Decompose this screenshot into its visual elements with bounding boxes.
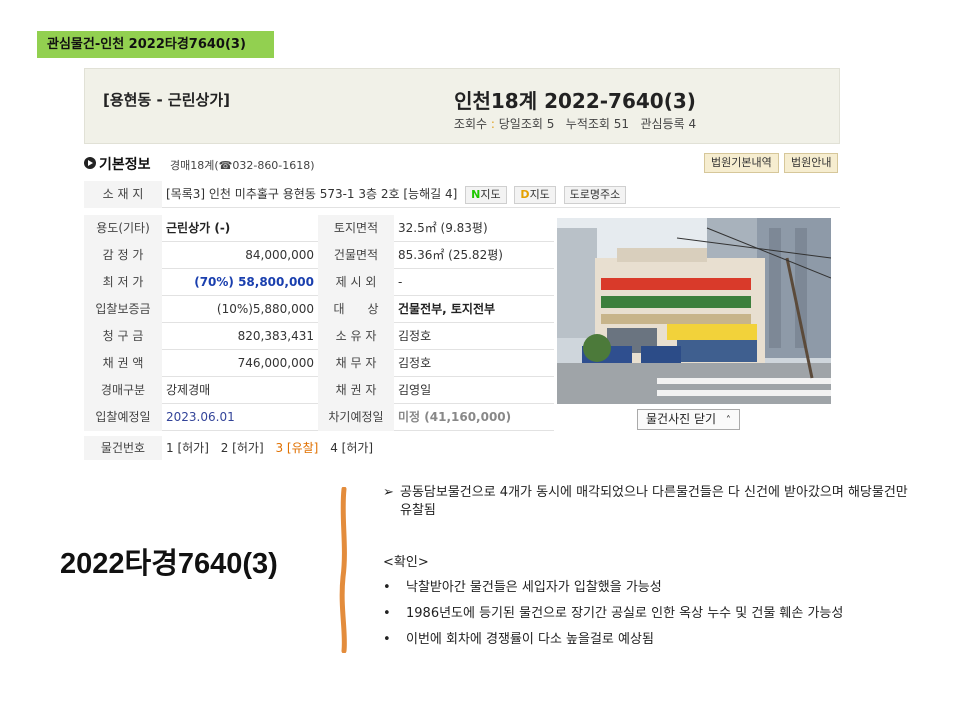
- row-label: 용도(기타): [84, 215, 162, 242]
- row-value: 32.5㎡ (9.83평): [398, 221, 488, 235]
- item-number-label: 물건번호: [84, 436, 162, 460]
- bid-date-value: 2023.06.01: [166, 410, 235, 424]
- property-photo: [557, 218, 831, 404]
- naver-map-button[interactable]: N지도: [465, 185, 507, 204]
- location-label: 소 재 지: [84, 181, 162, 208]
- row-label: 채 권 자: [318, 377, 394, 404]
- arrow-bullet-icon: ➢: [383, 485, 394, 500]
- row-label: 채 무 자: [318, 350, 394, 377]
- row-value: 746,000,000: [237, 356, 314, 370]
- row-label: 경매구분: [84, 377, 162, 404]
- row-label: 토지면적: [318, 215, 394, 242]
- row-label: 건물면적: [318, 242, 394, 269]
- row-value: -: [398, 275, 403, 289]
- decorative-divider-line: [339, 487, 347, 653]
- row-value: 820,383,431: [237, 329, 314, 343]
- row-value: 김영일: [398, 383, 432, 397]
- row-label: 입찰보증금: [84, 296, 162, 323]
- row-value: 건물전부, 토지전부: [398, 302, 496, 316]
- basic-info-bar: 기본정보 경매18계(☎032-860-1618) 법원기본내역 법원안내: [84, 153, 840, 175]
- bullet-text: 낙찰받아간 물건들은 세입자가 입찰했을 가능성: [406, 580, 662, 595]
- note-main-text: 공동담보물건으로 4개가 동시에 매각되었으나 다른물건들은 다 신건에 받아갔…: [400, 485, 908, 518]
- item-link-2[interactable]: 2 [허가]: [221, 441, 264, 455]
- table-row: 용도(기타) 근린상가 (-) 토지면적 32.5㎡ (9.83평): [84, 215, 554, 242]
- property-type: [용현동 - 근린상가]: [103, 91, 230, 109]
- table-row: 경매구분 강제경매 채 권 자 김영일: [84, 377, 554, 404]
- close-photo-label: 물건사진 닫기: [646, 412, 717, 426]
- row-value: 84,000,000: [245, 248, 314, 262]
- case-header: [용현동 - 근린상가] 인천18계 2022-7640(3) 조회수 : 당일…: [84, 68, 840, 144]
- bullet-text: 1986년도에 등기된 물건으로 장기간 공실로 인한 옥상 누수 및 건물 훼…: [406, 606, 844, 621]
- naver-logo-icon: N: [471, 187, 481, 201]
- row-value: (10%)5,880,000: [216, 302, 314, 316]
- stats-values: 당일조회 5 누적조회 51 관심등록 4: [498, 117, 697, 131]
- row-label: 청 구 금: [84, 323, 162, 350]
- row-label: 최 저 가: [84, 269, 162, 296]
- item-link-4[interactable]: 4 [허가]: [330, 441, 373, 455]
- daum-map-button[interactable]: D지도: [514, 185, 556, 204]
- min-price-value: (70%) 58,800,000: [194, 275, 314, 289]
- bullet-icon: •: [383, 632, 391, 647]
- table-row: 채 권 액 746,000,000 채 무 자 김정호: [84, 350, 554, 377]
- play-circle-icon: [84, 157, 96, 169]
- row-value: 강제경매: [166, 383, 211, 397]
- item-number-list: 1 [허가] 2 [허가] 3 [유찰] 4 [허가]: [166, 436, 381, 460]
- location-value: [목록3] 인천 미추홀구 용현동 573-1 3층 2호 [능해길 4] N지…: [162, 181, 840, 208]
- chevron-up-icon: ˄: [725, 415, 731, 426]
- item-number-row: 물건번호 1 [허가] 2 [허가] 3 [유찰] 4 [허가]: [84, 436, 554, 460]
- row-label: 소 유 자: [318, 323, 394, 350]
- naver-map-label: 지도: [480, 187, 501, 201]
- bullet-icon: •: [383, 606, 391, 621]
- case-title: 인천18계 2022-7640(3): [454, 89, 696, 113]
- case-number-title: 2022타경7640(3): [60, 548, 278, 580]
- row-value: 김정호: [398, 356, 432, 370]
- daum-map-label: 지도: [529, 187, 550, 201]
- stats-prefix: 조회수: [453, 117, 488, 131]
- bullet-icon: •: [383, 580, 391, 595]
- row-label: 채 권 액: [84, 350, 162, 377]
- row-label: 차기예정일: [318, 404, 394, 431]
- row-value: 김정호: [398, 329, 432, 343]
- table-row: 청 구 금 820,383,431 소 유 자 김정호: [84, 323, 554, 350]
- building-photo-illustration: [557, 218, 831, 404]
- table-row: 감 정 가 84,000,000 건물면적 85.36㎡ (25.82평): [84, 242, 554, 269]
- table-row: 입찰예정일 2023.06.01 차기예정일 미정 (41,160,000): [84, 404, 554, 431]
- row-value: 근린상가 (-): [166, 221, 231, 235]
- item-link-3-current[interactable]: 3 [유찰]: [275, 441, 318, 455]
- bullet-text: 이번에 회차에 경쟁률이 다소 높을걸로 예상됨: [406, 632, 654, 647]
- table-row: 최 저 가 (70%) 58,800,000 제 시 외 -: [84, 269, 554, 296]
- item-link-1[interactable]: 1 [허가]: [166, 441, 209, 455]
- next-date-value: 미정 (41,160,000): [398, 410, 512, 424]
- row-label: 감 정 가: [84, 242, 162, 269]
- row-label: 입찰예정일: [84, 404, 162, 431]
- close-photo-button[interactable]: 물건사진 닫기 ˄: [637, 409, 740, 430]
- road-address-button[interactable]: 도로명주소: [563, 185, 627, 204]
- confirm-heading: <확인>: [383, 555, 429, 570]
- page-tag: 관심물건-인천 2022타경7640(3): [37, 31, 274, 58]
- row-value: 85.36㎡ (25.82평): [398, 248, 503, 262]
- table-row: 입찰보증금 (10%)5,880,000 대 상 건물전부, 토지전부: [84, 296, 554, 323]
- view-stats: 조회수 : 당일조회 5 누적조회 51 관심등록 4: [325, 115, 825, 132]
- row-label: 제 시 외: [318, 269, 394, 296]
- location-row: 소 재 지 [목록3] 인천 미추홀구 용현동 573-1 3층 2호 [능해길…: [84, 181, 840, 208]
- court-guide-button[interactable]: 법원안내: [784, 153, 839, 173]
- daum-logo-icon: D: [520, 187, 530, 201]
- address-text: [목록3] 인천 미추홀구 용현동 573-1 3층 2호 [능해길 4]: [166, 187, 458, 201]
- stats-separator: :: [490, 117, 495, 131]
- basic-info-title: 기본정보: [99, 157, 151, 173]
- court-details-button[interactable]: 법원기본내역: [704, 153, 779, 173]
- row-label: 대 상: [318, 296, 394, 323]
- court-contact: 경매18계(☎032-860-1618): [170, 159, 315, 172]
